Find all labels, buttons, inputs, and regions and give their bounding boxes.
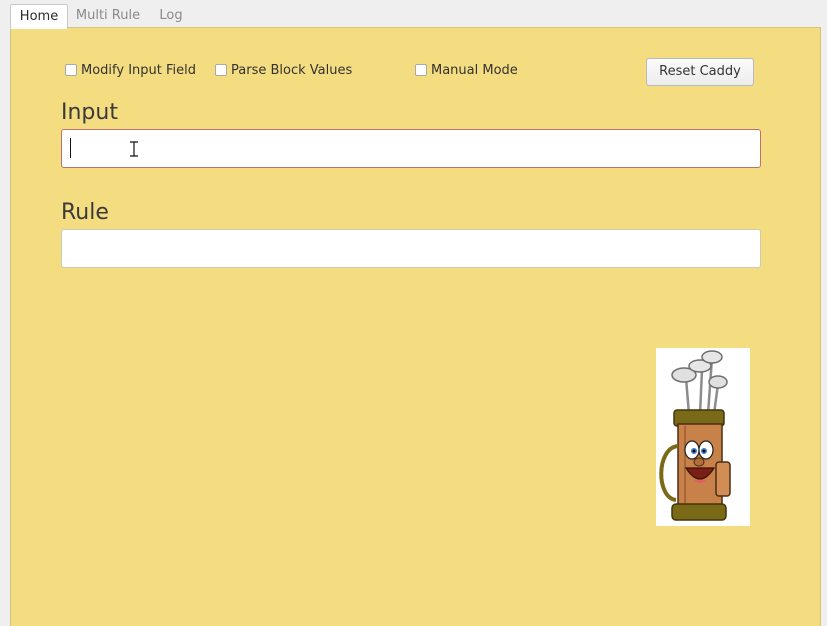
tab-multi-rule[interactable]: Multi Rule <box>70 4 146 27</box>
parse-block-values-label: Parse Block Values <box>231 62 353 78</box>
input-field[interactable] <box>61 129 761 168</box>
tab-bar: Home Multi Rule Log <box>0 0 827 29</box>
home-panel: Modify Input Field Parse Block Values Ma… <box>10 27 821 626</box>
rule-field[interactable] <box>61 229 761 268</box>
input-label: Input <box>61 100 118 125</box>
reset-caddy-button[interactable]: Reset Caddy <box>646 58 754 86</box>
manual-mode-label: Manual Mode <box>431 62 518 78</box>
checkbox-box[interactable] <box>215 64 227 76</box>
text-caret <box>70 138 71 158</box>
checkbox-box[interactable] <box>415 64 427 76</box>
modify-input-field-checkbox[interactable]: Modify Input Field <box>65 62 196 78</box>
rule-label: Rule <box>61 200 109 225</box>
golf-bag-mascot-icon <box>656 348 750 526</box>
tab-log[interactable]: Log <box>150 4 192 27</box>
tab-home[interactable]: Home <box>10 4 68 29</box>
checkbox-box[interactable] <box>65 64 77 76</box>
modify-input-field-label: Modify Input Field <box>81 62 197 78</box>
text-cursor-icon <box>130 141 138 157</box>
app-window: Home Multi Rule Log Modify Input Field P… <box>0 0 827 626</box>
manual-mode-checkbox[interactable]: Manual Mode <box>415 62 518 78</box>
parse-block-values-checkbox[interactable]: Parse Block Values <box>215 62 352 78</box>
